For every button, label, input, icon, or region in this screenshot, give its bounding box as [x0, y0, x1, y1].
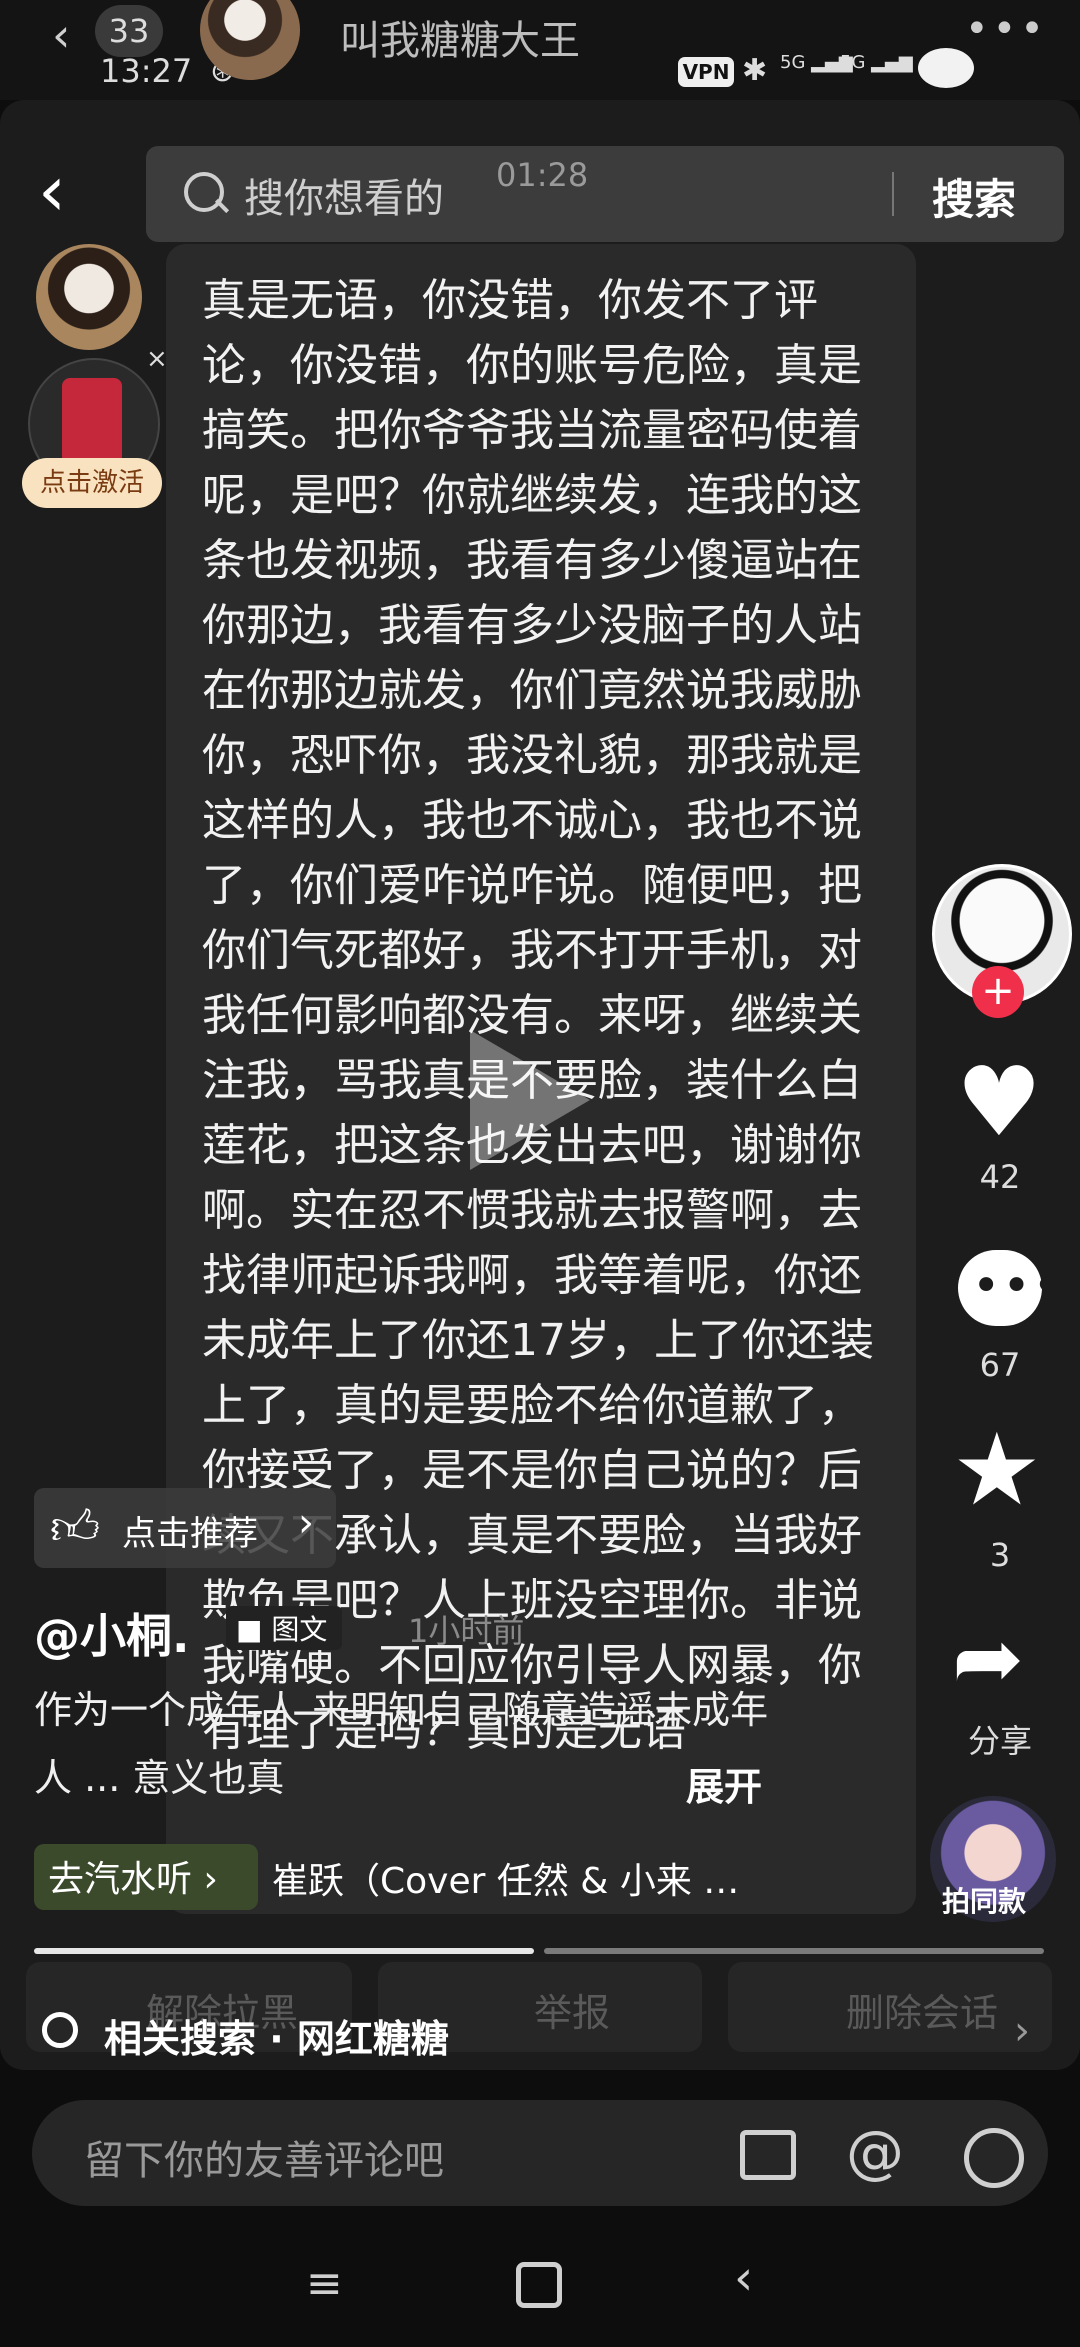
signal-label: 5G	[780, 52, 806, 73]
more-icon[interactable]: •••	[965, 6, 1048, 52]
thumbs-up-icon: 👍︎	[50, 1500, 101, 1556]
play-icon[interactable]	[470, 1030, 590, 1170]
vpn-badge: VPN	[678, 57, 734, 87]
close-icon[interactable]: ×	[146, 344, 168, 374]
red-packet-icon	[62, 378, 122, 464]
post-time: 1小时前	[408, 1612, 525, 1650]
search-icon	[184, 172, 224, 212]
home-icon[interactable]	[516, 2262, 562, 2308]
comment-count: 67	[979, 1346, 1021, 1384]
comment-placeholder[interactable]: 留下你的友善评论吧	[84, 2128, 444, 2186]
heart-icon[interactable]: ♥	[956, 1052, 1042, 1152]
author-avatar[interactable]	[36, 244, 142, 350]
chevron-right-icon: ›	[298, 1500, 314, 1546]
divider	[892, 172, 894, 216]
tag-label: ■ 图文	[236, 1613, 328, 1646]
unread-badge: 33	[95, 5, 163, 57]
bluetooth-icon: ✱	[742, 53, 768, 88]
follow-button[interactable]: +	[972, 966, 1024, 1018]
image-icon[interactable]	[740, 2130, 796, 2180]
music-chip-text: 去汽水听	[48, 1859, 193, 1900]
menu-icon[interactable]: ≡	[306, 2258, 343, 2309]
back-icon[interactable]: ‹	[38, 150, 66, 232]
flower-icon	[918, 48, 974, 88]
signal-icon: 5G ▂▄▆	[840, 52, 913, 73]
nav-back-icon[interactable]: ‹	[734, 2250, 753, 2306]
comment-dots: •••	[972, 1258, 1063, 1314]
report-label: 举报	[534, 1991, 611, 2035]
video-description: 作为一个成年人 来明知自己随意造谣未成年人 ... 意义也真	[34, 1688, 769, 1800]
related-search[interactable]: 相关搜索 · 网红糖糖	[104, 2008, 449, 2063]
at-icon[interactable]: @	[846, 2118, 904, 2186]
share-icon[interactable]: ➦	[952, 1616, 1024, 1702]
same-style-button[interactable]: 拍同款	[942, 1880, 1026, 1920]
share-label: 分享	[967, 1722, 1032, 1760]
signal-label: 5G	[840, 52, 866, 73]
progress-segment[interactable]	[544, 1948, 1044, 1954]
tag-text: 图文	[271, 1613, 328, 1646]
like-count: 42	[979, 1158, 1021, 1196]
favorite-count: 3	[989, 1536, 1011, 1574]
search-button[interactable]: 搜索	[932, 166, 1016, 227]
chat-title: 叫我糖糖大王	[340, 18, 580, 64]
emoji-icon[interactable]	[964, 2128, 1024, 2188]
expand-button[interactable]: 展开	[686, 1756, 762, 1811]
status-time: 13:27	[100, 52, 193, 90]
music-title[interactable]: 崔跃（Cover 任然 & 小来 …	[272, 1852, 739, 1904]
video-timer: 01:28	[496, 156, 589, 194]
music-chip-label: 去汽水听 ›	[48, 1859, 218, 1900]
star-icon[interactable]: ★	[952, 1420, 1042, 1520]
delete-chat-label: 删除会话	[846, 1991, 999, 2035]
search-input[interactable]: 搜你想看的	[244, 166, 444, 224]
author-handle[interactable]: @小桐.	[34, 1600, 189, 1666]
chevron-right-icon: ›	[1014, 2008, 1030, 2054]
search-icon	[42, 2012, 78, 2048]
activate-button[interactable]: 点击激活	[22, 458, 162, 508]
progress-segment[interactable]	[34, 1948, 534, 1954]
chat-back-icon[interactable]: ‹	[52, 8, 70, 62]
recommend-label: 点击推荐	[122, 1514, 258, 1554]
